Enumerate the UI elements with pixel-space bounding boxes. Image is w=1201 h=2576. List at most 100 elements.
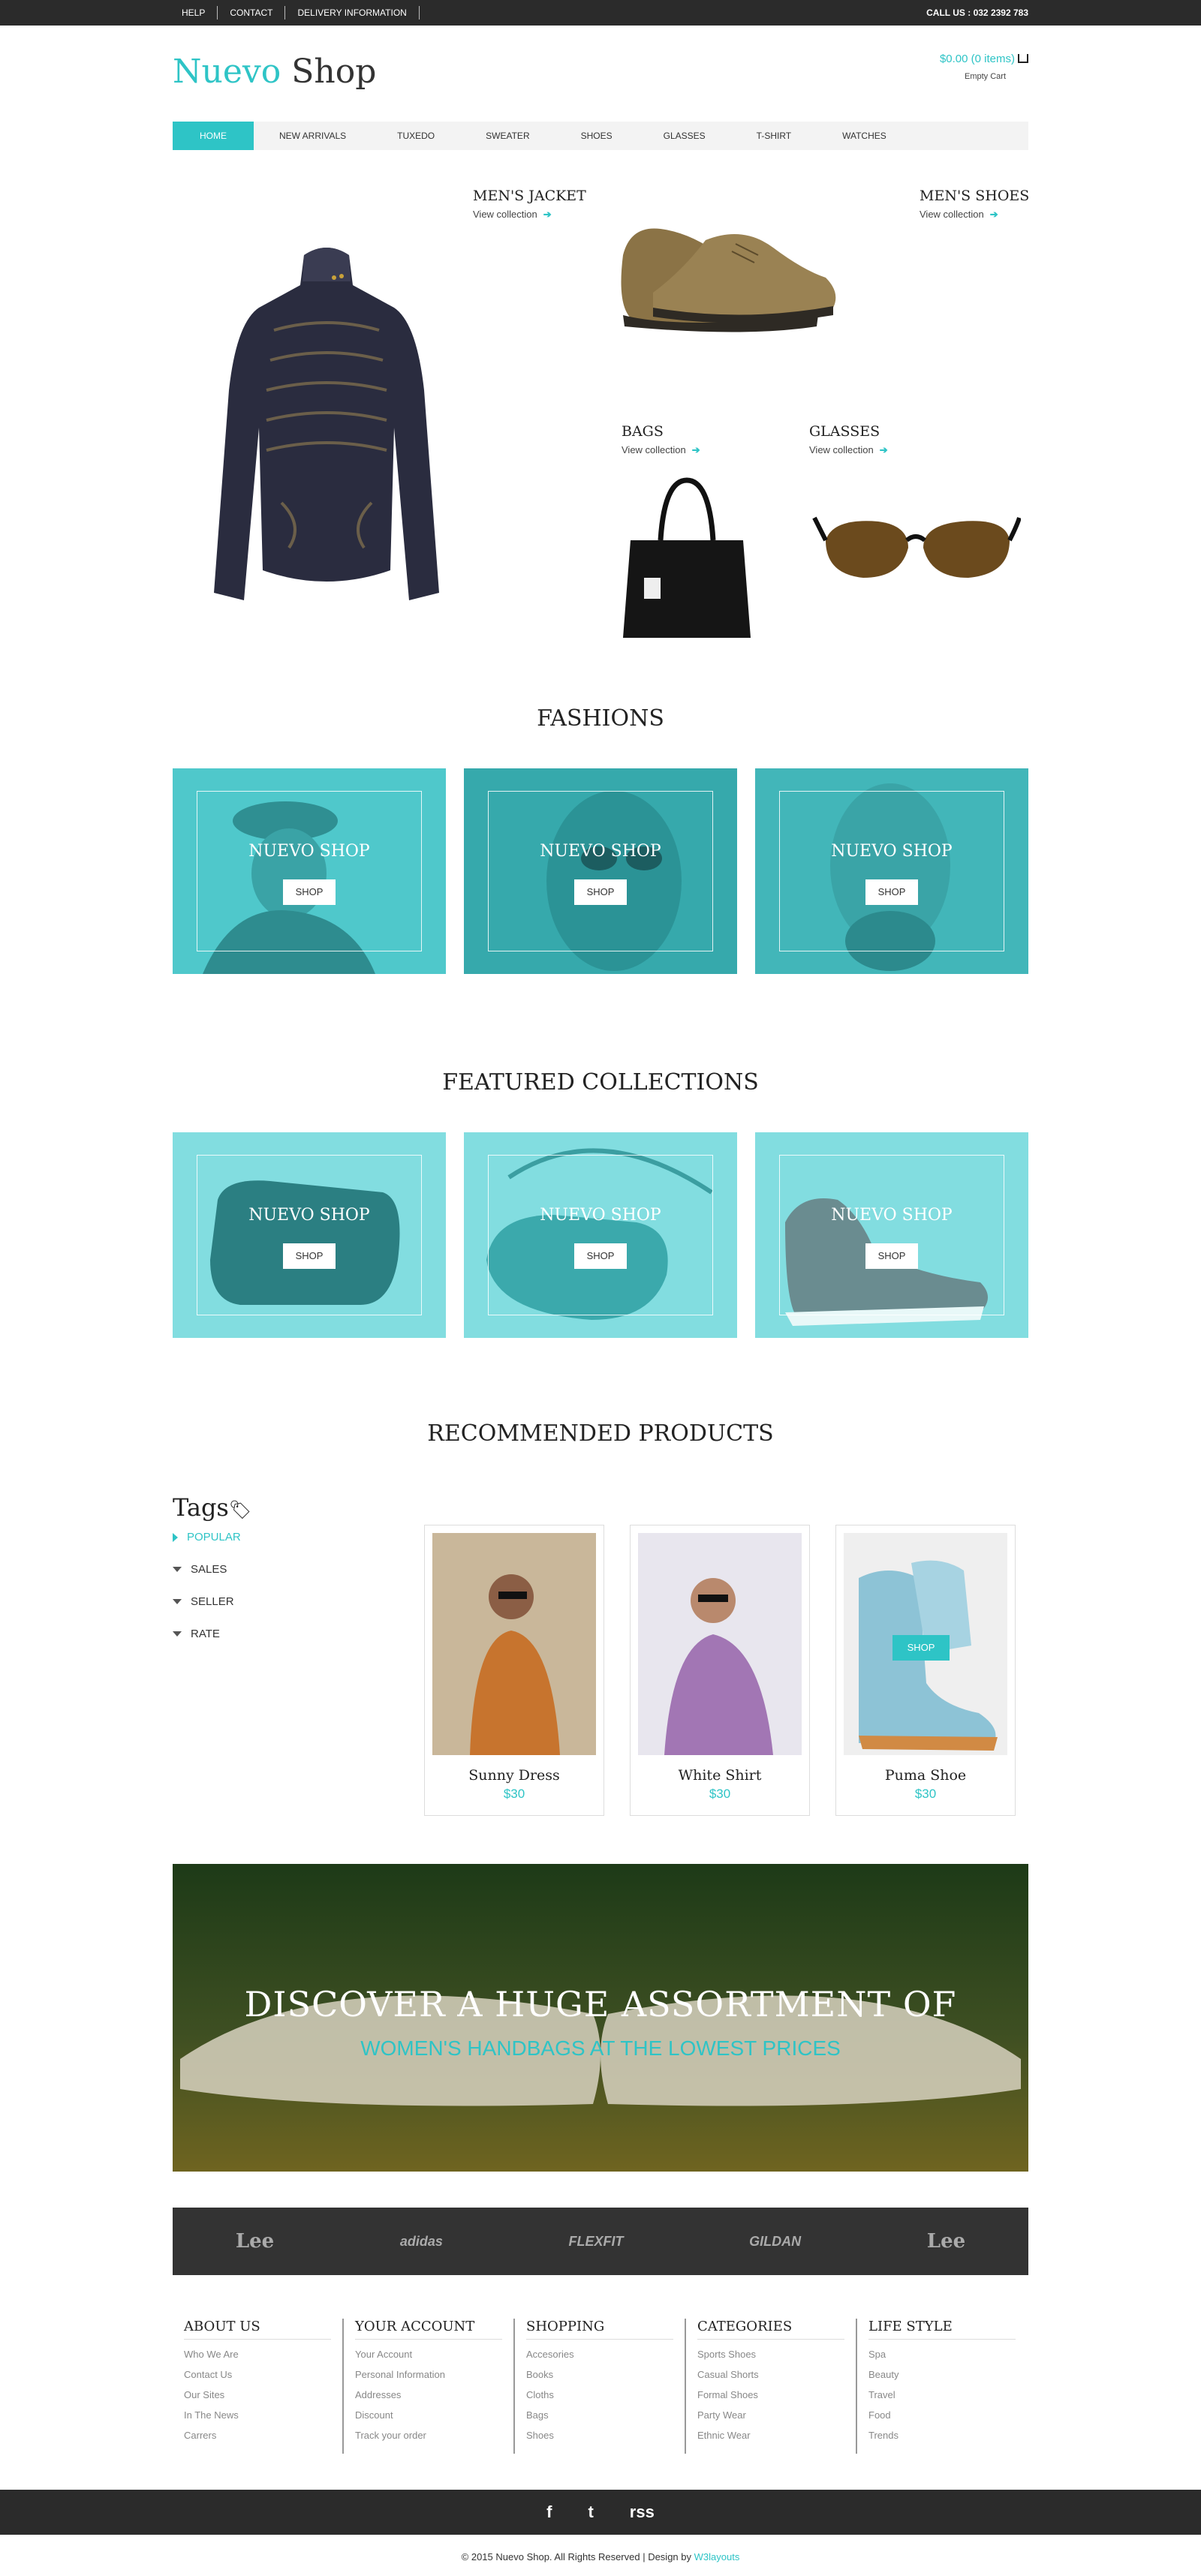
footer-link[interactable]: Shoes <box>526 2430 686 2441</box>
glasses-view-link[interactable]: View collection ➔ <box>809 444 888 456</box>
delivery-information-link[interactable]: DELIVERY INFORMATION <box>285 6 420 20</box>
arrow-right-icon: ➔ <box>879 444 888 455</box>
footer-link[interactable]: Sports Shoes <box>697 2349 857 2360</box>
footer-link[interactable]: In The News <box>184 2409 344 2421</box>
nav-t-shirt[interactable]: T-SHIRT <box>731 122 817 150</box>
footer-link[interactable]: Who We Are <box>184 2349 344 2360</box>
designer-link[interactable]: W3layouts <box>694 2551 740 2562</box>
nav-tuxedo[interactable]: TUXEDO <box>372 122 460 150</box>
footer-col-heading: YOUR ACCOUNT <box>355 2319 502 2340</box>
shop-button[interactable]: SHOP <box>283 1243 336 1269</box>
footer-link[interactable]: Travel <box>868 2389 1028 2400</box>
jacket-image[interactable] <box>191 240 462 608</box>
footer-link[interactable]: Books <box>526 2369 686 2380</box>
tag-icon: 🏷 <box>228 1499 252 1520</box>
footer-col-categories: CATEGORIES Sports Shoes Casual Shorts Fo… <box>686 2319 857 2441</box>
mens-shoes-view-link[interactable]: View collection ➔ <box>920 209 1029 221</box>
product-name[interactable]: White Shirt <box>631 1767 809 1784</box>
product-card-white-shirt[interactable]: White Shirt $30 <box>630 1525 810 1816</box>
contact-link[interactable]: CONTACT <box>218 6 286 20</box>
tile-frame <box>779 791 1004 951</box>
nav-shoes[interactable]: SHOES <box>555 122 638 150</box>
tags-panel: Tags🏷 POPULAR SALES SELLER RATE <box>173 1493 251 1640</box>
arrow-right-icon: ➔ <box>543 209 552 220</box>
product-name[interactable]: Puma Shoe <box>836 1767 1015 1784</box>
glasses-image[interactable] <box>811 488 1021 608</box>
tag-popular[interactable]: POPULAR <box>173 1531 251 1543</box>
tag-seller[interactable]: SELLER <box>173 1595 251 1608</box>
product-name[interactable]: Sunny Dress <box>425 1767 604 1784</box>
footer-col-about-us: ABOUT US Who We Are Contact Us Our Sites… <box>173 2319 344 2441</box>
mens-shoes-image[interactable] <box>608 210 841 345</box>
fashion-tile-2[interactable]: NUEVO SHOP SHOP <box>464 768 737 974</box>
bags-view-link[interactable]: View collection ➔ <box>622 444 700 456</box>
product-image[interactable] <box>638 1533 802 1755</box>
twitter-icon[interactable]: t <box>588 2502 593 2522</box>
product-card-sunny-dress[interactable]: Sunny Dress $30 <box>424 1525 604 1816</box>
site-logo[interactable]: Nuevo Shop <box>173 53 376 91</box>
nav-sweater[interactable]: SWEATER <box>460 122 555 150</box>
footer-link[interactable]: Your Account <box>355 2349 515 2360</box>
footer-link[interactable]: Cloths <box>526 2389 686 2400</box>
mens-shoes-block: MEN'S SHOES View collection ➔ <box>920 188 1029 221</box>
product-shop-button[interactable]: SHOP <box>892 1635 950 1661</box>
footer-col-life-style: LIFE STYLE Spa Beauty Travel Food Trends <box>857 2319 1028 2441</box>
featured-tile-3[interactable]: NUEVO SHOP SHOP <box>755 1132 1028 1338</box>
footer-link[interactable]: Carrers <box>184 2430 344 2441</box>
featured-tile-2[interactable]: NUEVO SHOP SHOP <box>464 1132 737 1338</box>
shop-button[interactable]: SHOP <box>283 879 336 905</box>
tile-frame <box>197 1155 422 1315</box>
brand-gildan-logo[interactable]: GILDAN <box>749 2234 801 2250</box>
footer-link[interactable]: Food <box>868 2409 1028 2421</box>
footer-link[interactable]: Bags <box>526 2409 686 2421</box>
bag-image[interactable] <box>616 473 758 645</box>
brand-lee-logo-2[interactable]: Lee <box>927 2230 965 2253</box>
shop-button[interactable]: SHOP <box>574 1243 627 1269</box>
nav-home[interactable]: HOME <box>173 122 254 150</box>
cart-icon[interactable] <box>1018 54 1028 63</box>
product-card-puma-shoe[interactable]: SHOP Puma Shoe $30 <box>835 1525 1016 1816</box>
empty-cart-link[interactable]: Empty Cart <box>940 72 1028 81</box>
cart-summary[interactable]: $0.00 (0 items) Empty Cart <box>940 53 1028 81</box>
help-link[interactable]: HELP <box>173 6 218 20</box>
rss-icon[interactable]: rss <box>630 2502 655 2522</box>
nav-new-arrivals[interactable]: NEW ARRIVALS <box>254 122 372 150</box>
cart-amount[interactable]: $0.00 (0 items) <box>940 53 1015 65</box>
nav-glasses[interactable]: GLASSES <box>638 122 731 150</box>
shop-button[interactable]: SHOP <box>865 1243 918 1269</box>
footer-link[interactable]: Spa <box>868 2349 1028 2360</box>
tile-title: NUEVO SHOP <box>831 842 953 861</box>
brand-adidas-logo[interactable]: adidas <box>400 2234 443 2250</box>
product-image[interactable] <box>432 1533 596 1755</box>
brand-lee-logo[interactable]: Lee <box>236 2230 274 2253</box>
tag-sales[interactable]: SALES <box>173 1563 251 1576</box>
tag-label: SELLER <box>191 1595 234 1608</box>
footer-link[interactable]: Addresses <box>355 2389 515 2400</box>
mens-jacket-view-link[interactable]: View collection ➔ <box>473 209 586 221</box>
tag-rate[interactable]: RATE <box>173 1628 251 1640</box>
tile-title: NUEVO SHOP <box>540 842 661 861</box>
featured-tile-1[interactable]: NUEVO SHOP SHOP <box>173 1132 446 1338</box>
footer-link[interactable]: Discount <box>355 2409 515 2421</box>
footer-link[interactable]: Our Sites <box>184 2389 344 2400</box>
footer-link[interactable]: Trends <box>868 2430 1028 2441</box>
footer-link[interactable]: Party Wear <box>697 2409 857 2421</box>
fashion-tile-1[interactable]: NUEVO SHOP SHOP <box>173 768 446 974</box>
promo-banner[interactable]: DISCOVER A HUGE ASSORTMENT OF WOMEN'S HA… <box>173 1864 1028 2172</box>
footer-link[interactable]: Ethnic Wear <box>697 2430 857 2441</box>
nav-watches[interactable]: WATCHES <box>817 122 912 150</box>
fashion-tile-3[interactable]: NUEVO SHOP SHOP <box>755 768 1028 974</box>
footer-link[interactable]: Beauty <box>868 2369 1028 2380</box>
footer-link[interactable]: Accesories <box>526 2349 686 2360</box>
logo-part-shop: Shop <box>281 53 377 91</box>
footer-link[interactable]: Casual Shorts <box>697 2369 857 2380</box>
footer-link[interactable]: Personal Information <box>355 2369 515 2380</box>
footer-link[interactable]: Formal Shoes <box>697 2389 857 2400</box>
shop-button[interactable]: SHOP <box>574 879 627 905</box>
brand-flexfit-logo[interactable]: FLEXFIT <box>569 2234 624 2250</box>
footer-link[interactable]: Track your order <box>355 2430 515 2441</box>
facebook-icon[interactable]: f <box>546 2502 552 2522</box>
tag-label: SALES <box>191 1563 227 1576</box>
footer-link[interactable]: Contact Us <box>184 2369 344 2380</box>
shop-button[interactable]: SHOP <box>865 879 918 905</box>
